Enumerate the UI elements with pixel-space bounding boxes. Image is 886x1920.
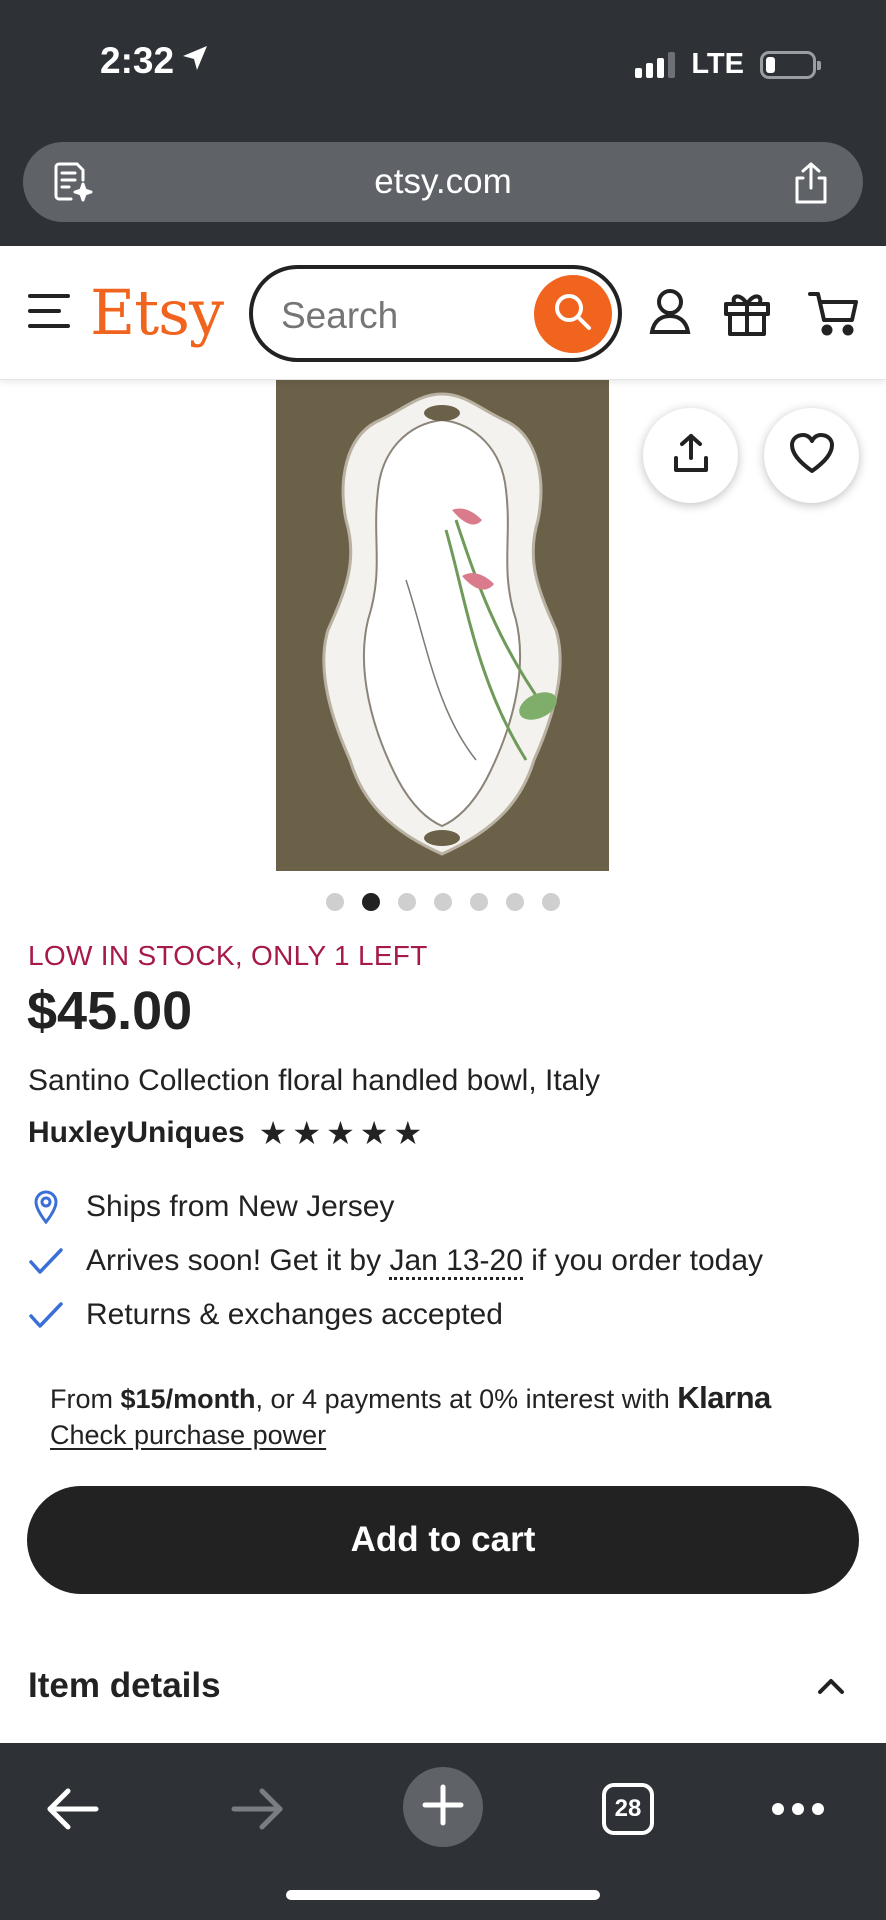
account-icon[interactable] [648,288,692,341]
new-tab-button[interactable] [403,1767,483,1847]
klarna-middle: , or 4 payments at 0% interest with [255,1384,670,1414]
etsy-logo[interactable]: Etsy [90,276,224,349]
klarna-financing: From $15/month, or 4 payments at 0% inte… [50,1380,850,1453]
search-placeholder: Search [281,295,399,336]
home-indicator[interactable] [286,1890,600,1900]
search-input[interactable]: Search [249,265,622,362]
gallery-dot[interactable] [542,893,560,911]
status-indicators: LTE [635,48,821,81]
star-icon: ★ [292,1115,322,1151]
browser-top-bar: 2:32 LTE etsy.com [0,0,886,246]
product-image[interactable] [276,380,609,871]
gallery-dot[interactable] [434,893,452,911]
favorite-button[interactable] [764,408,859,503]
arrival-suffix: if you order today [531,1244,764,1277]
returns-text: Returns & exchanges accepted [86,1298,503,1331]
forward-arrow-icon[interactable] [230,1787,286,1836]
shipping-info: Ships from New Jersey Arrives soon! Get … [28,1180,858,1342]
check-purchase-power-link[interactable]: Check purchase power [50,1417,326,1453]
location-pin-icon [28,1190,64,1224]
klarna-text: From $15/month, or 4 payments at 0% inte… [50,1380,850,1417]
share-listing-button[interactable] [643,408,738,503]
ships-from-text: Ships from New Jersey [86,1190,395,1223]
share-icon[interactable] [789,160,833,211]
checkmark-icon [28,1300,64,1330]
star-rating[interactable]: ★ ★ ★ ★ ★ [259,1117,422,1149]
klarna-monthly: $15/month [120,1384,256,1414]
search-button[interactable] [534,275,612,353]
gallery-dot[interactable] [506,893,524,911]
returns-row: Returns & exchanges accepted [28,1288,858,1342]
klarna-prefix: From [50,1384,113,1414]
gallery-dot[interactable] [362,893,380,911]
network-type: LTE [691,48,744,80]
klarna-logo: Klarna [677,1380,771,1415]
star-icon: ★ [393,1115,423,1151]
stock-notice: LOW IN STOCK, ONLY 1 LEFT [28,940,428,971]
cart-icon[interactable] [808,288,860,343]
signal-icon [635,51,676,78]
gallery-dot[interactable] [398,893,416,911]
chevron-up-icon[interactable] [816,1676,846,1701]
browser-bottom-toolbar: 28 [0,1743,886,1920]
star-icon: ★ [258,1115,288,1151]
menu-icon[interactable] [28,294,70,328]
gallery-pagination[interactable] [0,893,886,911]
back-arrow-icon[interactable] [44,1787,100,1836]
star-icon: ★ [359,1115,389,1151]
share-icon [671,432,711,479]
product-title: Santino Collection floral handled bowl, … [28,1064,601,1097]
bowl-photo [276,380,609,871]
tab-switcher-button[interactable]: 28 [602,1783,654,1835]
gallery-dot[interactable] [326,893,344,911]
location-arrow-icon [180,40,210,82]
more-options-icon[interactable] [770,1801,826,1822]
status-time-text: 2:32 [100,40,175,81]
plus-icon [421,1783,465,1832]
ships-from-row: Ships from New Jersey [28,1180,858,1234]
search-icon [551,290,595,339]
checkmark-icon [28,1246,64,1276]
arrival-row: Arrives soon! Get it by Jan 13-20 if you… [28,1234,858,1288]
shop-name-link[interactable]: HuxleyUniques [28,1116,245,1150]
site-header: Etsy Search [0,246,886,380]
gallery-dot[interactable] [470,893,488,911]
gift-icon[interactable] [722,288,772,343]
item-details-heading[interactable]: Item details [28,1666,221,1706]
add-to-cart-button[interactable]: Add to cart [27,1486,859,1594]
arrival-date-link[interactable]: Jan 13-20 [389,1244,523,1280]
shop-row: HuxleyUniques ★ ★ ★ ★ ★ [28,1116,422,1150]
url-text[interactable]: etsy.com [23,162,863,202]
price: $45.00 [27,981,193,1041]
battery-icon [760,50,821,79]
star-icon: ★ [326,1115,355,1151]
arrival-text: Arrives soon! Get it by Jan 13-20 if you… [86,1244,764,1280]
heart-icon [788,431,836,480]
url-bar[interactable]: etsy.com [23,142,863,222]
status-time: 2:32 [100,40,210,82]
arrival-prefix: Arrives soon! Get it by [86,1244,382,1277]
